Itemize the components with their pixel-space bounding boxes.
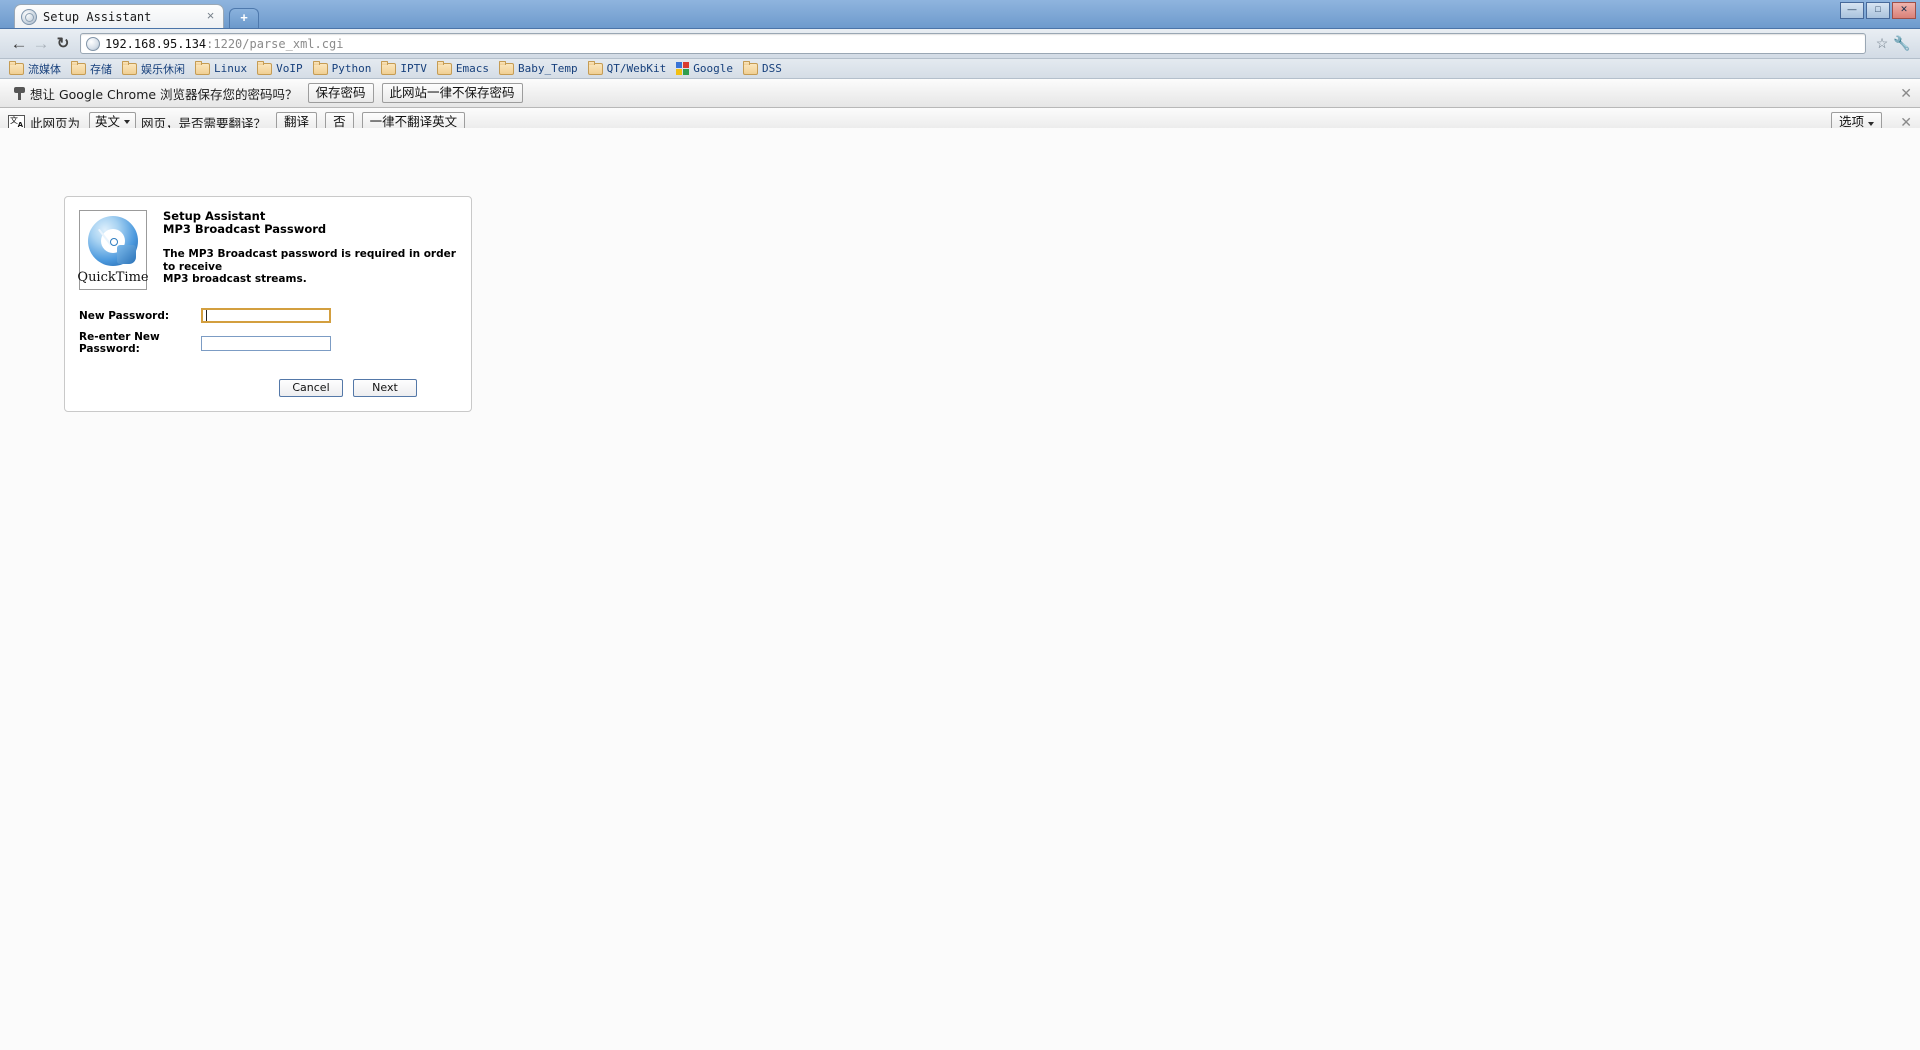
dialog-header: QuickTime Setup Assistant MP3 Broadcast … xyxy=(77,210,457,290)
bookmark-star-icon[interactable]: ☆ xyxy=(1872,34,1892,54)
close-icon[interactable]: ✕ xyxy=(1900,115,1912,129)
url-path: :1220/parse_xml.cgi xyxy=(206,36,344,51)
bookmark-label: DSS xyxy=(761,62,782,75)
wrench-menu-icon[interactable]: 🔧 xyxy=(1892,34,1912,54)
new-password-row: New Password: xyxy=(79,308,457,323)
back-button[interactable]: ← xyxy=(8,33,30,55)
bookmark-item[interactable]: QT/WebKit xyxy=(584,60,671,76)
setup-assistant-dialog: QuickTime Setup Assistant MP3 Broadcast … xyxy=(64,196,472,412)
bookmark-item[interactable]: VoIP xyxy=(253,60,307,76)
folder-icon xyxy=(436,60,452,75)
browser-window: Setup Assistant × + — □ ✕ ← → ↻ 192.168.… xyxy=(0,0,1920,1050)
bookmark-label: VoIP xyxy=(276,62,303,75)
close-icon[interactable]: × xyxy=(204,9,217,23)
cancel-button[interactable]: Cancel xyxy=(279,379,343,397)
window-controls: — □ ✕ xyxy=(1840,2,1916,19)
site-globe-icon xyxy=(86,36,100,51)
dialog-actions: Cancel Next xyxy=(79,379,457,397)
bookmark-label: 娱乐休闲 xyxy=(141,62,185,76)
google-icon xyxy=(676,62,690,75)
bookmark-label: Emacs xyxy=(455,62,489,75)
translate-options-label: 选项 xyxy=(1839,114,1865,129)
save-password-infobar: 想让 Google Chrome 浏览器保存您的密码吗？ 保存密码 此网站一律不… xyxy=(0,79,1920,108)
reload-button[interactable]: ↻ xyxy=(52,33,74,55)
bookmark-item[interactable]: Emacs xyxy=(433,60,493,76)
folder-icon xyxy=(9,60,24,75)
bookmark-item[interactable]: 流媒体 xyxy=(5,60,65,78)
save-password-message: 想让 Google Chrome 浏览器保存您的密码吗？ xyxy=(30,86,298,102)
page-content: QuickTime Setup Assistant MP3 Broadcast … xyxy=(0,128,1920,1050)
folder-icon xyxy=(312,60,328,75)
reenter-password-row: Re-enter New Password: xyxy=(79,331,457,355)
bookmark-label: Python xyxy=(331,62,372,75)
bookmark-item[interactable]: Baby_Temp xyxy=(495,60,582,76)
tab-strip: Setup Assistant × + xyxy=(14,3,259,28)
url-host: 192.168.95.134 xyxy=(105,36,207,51)
bookmark-item[interactable]: DSS xyxy=(739,60,786,76)
key-icon xyxy=(8,86,30,100)
quicktime-wordmark: QuickTime xyxy=(77,270,149,285)
reenter-password-label: Re-enter New Password: xyxy=(79,331,160,355)
bookmark-item-google[interactable]: Google xyxy=(672,61,737,76)
tab-title: Setup Assistant xyxy=(43,9,152,24)
dialog-body-line1: The MP3 Broadcast password is required i… xyxy=(163,248,456,273)
bookmark-item[interactable]: IPTV xyxy=(377,60,431,76)
folder-icon xyxy=(499,60,514,75)
folder-icon xyxy=(122,60,137,75)
bookmarks-bar: 流媒体 存储 娱乐休闲 Linux VoIP Python IPTV Emacs… xyxy=(0,59,1920,79)
forward-button[interactable]: → xyxy=(30,33,52,55)
url-text: 192.168.95.134:1220/parse_xml.cgi xyxy=(105,37,343,51)
maximize-button[interactable]: □ xyxy=(1866,2,1890,19)
bookmark-label: Google xyxy=(693,62,733,75)
globe-icon xyxy=(21,8,37,25)
close-icon[interactable]: ✕ xyxy=(1900,86,1912,100)
minimize-button[interactable]: — xyxy=(1840,2,1864,19)
folder-icon xyxy=(587,60,603,75)
quicktime-logo: QuickTime xyxy=(77,210,149,290)
bookmark-label: 存储 xyxy=(90,62,112,76)
folder-icon xyxy=(257,60,273,75)
chevron-down-icon xyxy=(1868,122,1874,126)
never-save-password-button[interactable]: 此网站一律不保存密码 xyxy=(381,83,523,103)
text-caret xyxy=(206,310,207,321)
bookmark-label: QT/WebKit xyxy=(606,62,667,75)
password-form: New Password: Re-enter New Password: xyxy=(79,308,457,355)
bookmark-label: 流媒体 xyxy=(28,62,61,76)
dialog-body-line2: MP3 broadcast streams. xyxy=(163,273,307,285)
folder-icon xyxy=(195,60,210,75)
tab-setup-assistant[interactable]: Setup Assistant × xyxy=(14,4,224,28)
bookmark-label: Linux xyxy=(214,62,248,75)
new-tab-button[interactable]: + xyxy=(229,8,259,28)
reenter-password-input[interactable] xyxy=(201,335,331,351)
browser-toolbar: ← → ↻ 192.168.95.134:1220/parse_xml.cgi … xyxy=(0,29,1920,59)
bookmark-item[interactable]: Linux xyxy=(191,60,251,76)
next-button[interactable]: Next xyxy=(353,379,417,397)
folder-icon xyxy=(381,60,397,75)
bookmark-label: Baby_Temp xyxy=(518,62,578,75)
title-bar: Setup Assistant × + — □ ✕ xyxy=(0,0,1920,29)
bookmark-item[interactable]: 娱乐休闲 xyxy=(118,60,189,78)
new-password-input[interactable] xyxy=(201,308,331,323)
dialog-text: Setup Assistant MP3 Broadcast Password T… xyxy=(147,210,457,290)
save-password-button[interactable]: 保存密码 xyxy=(307,83,374,103)
dialog-title-line2: MP3 Broadcast Password xyxy=(163,222,327,236)
address-bar[interactable]: 192.168.95.134:1220/parse_xml.cgi xyxy=(80,33,1866,54)
new-password-label: New Password: xyxy=(79,309,170,322)
bookmark-label: IPTV xyxy=(400,62,427,75)
bookmark-item[interactable]: 存储 xyxy=(67,60,116,78)
folder-icon xyxy=(742,60,758,75)
quicktime-q-icon xyxy=(87,215,139,267)
close-window-button[interactable]: ✕ xyxy=(1892,2,1916,19)
folder-icon xyxy=(71,60,86,75)
bookmark-item[interactable]: Python xyxy=(309,60,376,76)
chevron-down-icon xyxy=(124,120,131,124)
